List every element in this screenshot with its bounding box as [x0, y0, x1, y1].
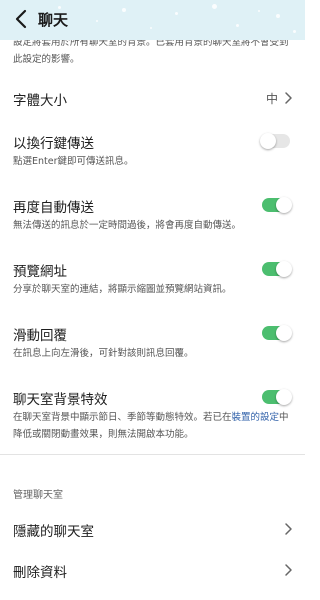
- setting-row-background-effects: 聊天室背景特效 在聊天室背景中顯示節日、季節等動態特效。若已在裝置的設定中降低或…: [0, 384, 305, 444]
- hidden-chats-label: 隱藏的聊天室: [13, 524, 94, 540]
- chevron-right-icon: [285, 523, 292, 535]
- hidden-chats-row[interactable]: 隱藏的聊天室: [0, 514, 305, 544]
- auto-resend-toggle[interactable]: [262, 197, 292, 213]
- top-description: 設定將套用於所有聊天室的背景。已套用背景的聊天室將不會受到此設定的影響。: [13, 40, 289, 65]
- setting-title: 再度自動傳送: [13, 200, 94, 216]
- decor-dot: [150, 27, 152, 29]
- setting-title: 預覽網址: [13, 264, 67, 280]
- setting-row-swipe-reply: 滑動回覆 在訊息上向左滑後，可針對該則訊息回覆。: [0, 320, 305, 364]
- device-settings-link[interactable]: 裝置的設定: [232, 412, 280, 423]
- header-bar: 聊天: [0, 0, 305, 40]
- setting-row-enter-send: 以換行鍵傳送 點選Enter鍵即可傳送訊息。: [0, 128, 305, 172]
- setting-description: 在聊天室背景中顯示節日、季節等動態特效。若已在裝置的設定中降低或關閉動畫效果，則…: [13, 409, 293, 443]
- setting-row-auto-resend: 再度自動傳送 無法傳送的訊息於一定時間過後，將會再度自動傳送。: [0, 192, 305, 236]
- setting-description: 無法傳送的訊息於一定時間過後，將會再度自動傳送。: [13, 220, 242, 231]
- setting-title: 滑動回覆: [13, 328, 67, 344]
- font-size-value: 中: [265, 92, 278, 106]
- delete-data-label: 刪除資料: [13, 565, 67, 581]
- chevron-right-icon: [285, 92, 292, 104]
- setting-title: 聊天室背景特效: [13, 392, 108, 408]
- decor-dot: [276, 14, 280, 18]
- description-text: 在聊天室背景中顯示節日、季節等動態特效。若已在: [13, 412, 232, 423]
- font-size-row[interactable]: 字體大小 中: [0, 84, 305, 112]
- setting-description: 分享於聊天室的連結，將顯示縮圖並預覽網站資訊。: [13, 284, 232, 295]
- chevron-left-icon[interactable]: [12, 8, 32, 30]
- section-divider: [0, 454, 305, 455]
- chevron-right-icon: [285, 564, 292, 576]
- setting-title: 以換行鍵傳送: [13, 136, 94, 152]
- decor-dot: [175, 12, 178, 15]
- delete-data-row[interactable]: 刪除資料: [0, 555, 305, 585]
- background-effects-toggle[interactable]: [262, 389, 292, 405]
- swipe-reply-toggle[interactable]: [262, 325, 292, 341]
- setting-row-url-preview: 預覽網址 分享於聊天室的連結，將顯示縮圖並預覽網站資訊。: [0, 256, 305, 300]
- decor-dot: [293, 30, 296, 33]
- decor-dot: [122, 8, 126, 12]
- setting-description: 點選Enter鍵即可傳送訊息。: [13, 156, 134, 167]
- page-title: 聊天: [38, 11, 69, 29]
- settings-list: 設定將套用於所有聊天室的背景。已套用背景的聊天室將不會受到此設定的影響。 字體大…: [0, 40, 305, 600]
- decor-dot: [258, 10, 260, 12]
- url-preview-toggle[interactable]: [262, 261, 292, 277]
- setting-description: 在訊息上向左滑後，可針對該則訊息回覆。: [13, 348, 194, 359]
- font-size-label: 字體大小: [13, 93, 67, 109]
- decor-dot: [236, 24, 239, 27]
- decor-dot: [212, 4, 217, 9]
- enter-send-toggle[interactable]: [260, 133, 290, 149]
- decor-dot: [96, 20, 98, 22]
- section-header-manage: 管理聊天室: [13, 490, 63, 501]
